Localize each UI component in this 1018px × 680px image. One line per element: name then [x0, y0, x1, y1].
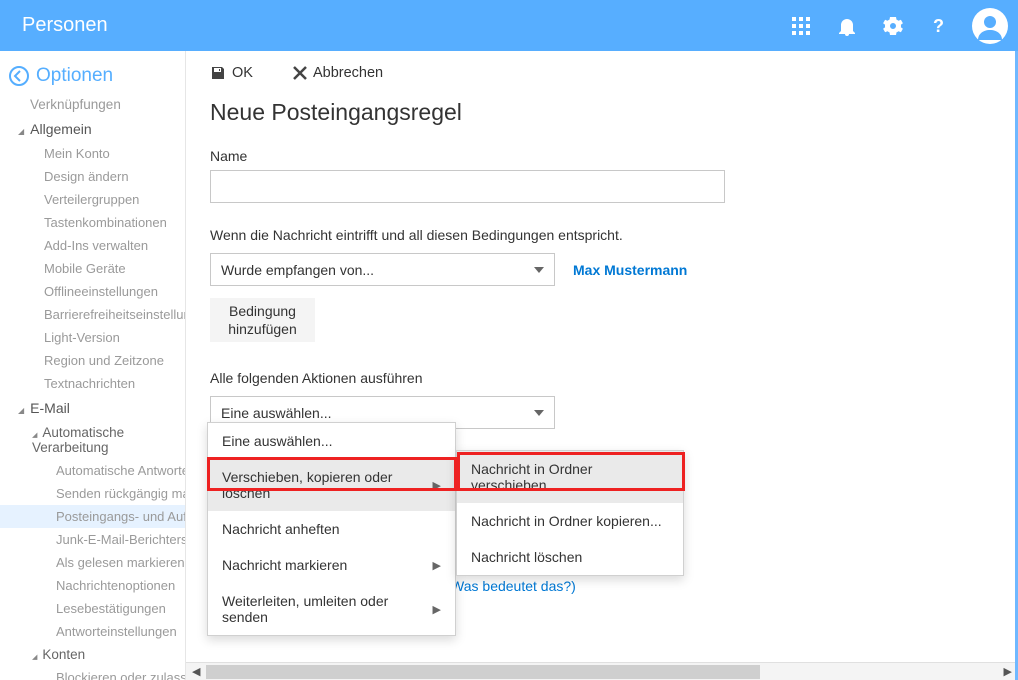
sidebar-item-offline[interactable]: Offlineeinstellungen [0, 280, 185, 303]
sidebar-item-accessibility[interactable]: Barrierefreiheitseinstellungen [0, 303, 185, 326]
menu-item-mark[interactable]: Nachricht markieren▶ [208, 547, 455, 583]
name-input[interactable] [210, 170, 725, 203]
avatar[interactable] [972, 8, 1008, 44]
cancel-label: Abbrechen [313, 65, 383, 81]
submenu-item-move-folder[interactable]: Nachricht in Ordner verschieben... [457, 451, 683, 503]
chevron-right-icon: ▶ [433, 603, 441, 616]
options-header[interactable]: Optionen [0, 59, 185, 93]
close-icon [293, 66, 307, 80]
conditions-label: Wenn die Nachricht eintrifft und all die… [210, 227, 994, 243]
action-menu: Eine auswählen... Verschieben, kopieren … [207, 422, 456, 636]
menu-item-select[interactable]: Eine auswählen... [208, 423, 455, 459]
sidebar-item-text[interactable]: Textnachrichten [0, 372, 185, 395]
action-submenu: Nachricht in Ordner verschieben... Nachr… [456, 450, 684, 576]
sidebar-item-addins[interactable]: Add-Ins verwalten [0, 234, 185, 257]
horizontal-scrollbar[interactable]: ◀ ▶ [186, 662, 1018, 680]
sidebar-section-email[interactable]: E-Mail [0, 395, 185, 421]
sidebar-item-light[interactable]: Light-Version [0, 326, 185, 349]
sidebar-item-region[interactable]: Region und Zeitzone [0, 349, 185, 372]
ok-button[interactable]: OK [210, 65, 253, 81]
sidebar-item-readrec[interactable]: Lesebestätigungen [0, 597, 185, 620]
bell-icon[interactable] [824, 0, 870, 51]
actions-label: Alle folgenden Aktionen ausführen [210, 370, 994, 386]
name-label: Name [210, 148, 994, 164]
scroll-thumb[interactable] [206, 665, 760, 679]
cancel-button[interactable]: Abbrechen [293, 65, 383, 81]
sidebar-item-junk[interactable]: Junk-E-Mail-Berichterstattung [0, 528, 185, 551]
action-dropdown-value: Eine auswählen... [221, 405, 332, 421]
add-condition-button[interactable]: Bedingung hinzufügen [210, 298, 315, 342]
actions-section: Alle folgenden Aktionen ausführen Eine a… [210, 370, 994, 429]
save-icon [210, 65, 226, 81]
sidebar-section-auto[interactable]: Automatische Verarbeitung [0, 421, 185, 459]
apps-icon[interactable] [778, 0, 824, 51]
sidebar-section-accounts[interactable]: Konten [0, 643, 185, 666]
submenu-item-delete[interactable]: Nachricht löschen [457, 539, 683, 575]
no-more-rules-hint[interactable]: (Was bedeutet das?) [446, 578, 575, 594]
chevron-right-icon: ▶ [433, 479, 441, 492]
condition-row: Wurde empfangen von... Max Mustermann [210, 253, 994, 286]
person-link[interactable]: Max Mustermann [573, 262, 687, 278]
toolbar: OK Abbrechen [210, 65, 994, 81]
options-header-label: Optionen [36, 65, 113, 87]
top-bar: Personen ? [0, 0, 1018, 51]
gear-icon[interactable] [870, 0, 916, 51]
sidebar-item-msgopts[interactable]: Nachrichtenoptionen [0, 574, 185, 597]
condition-dropdown-value: Wurde empfangen von... [221, 262, 374, 278]
sidebar-item-account[interactable]: Mein Konto [0, 142, 185, 165]
sidebar-item-theme[interactable]: Design ändern [0, 165, 185, 188]
chevron-right-icon: ▶ [433, 559, 441, 572]
sidebar-section-general[interactable]: Allgemein [0, 116, 185, 142]
sidebar-item-undosend[interactable]: Senden rückgängig machen [0, 482, 185, 505]
topbar-actions: ? [778, 0, 1018, 51]
sidebar-item-replyset[interactable]: Antworteinstellungen [0, 620, 185, 643]
submenu-item-copy-folder[interactable]: Nachricht in Ordner kopieren... [457, 503, 683, 539]
sidebar: Optionen Verknüpfungen Allgemein Mein Ko… [0, 51, 186, 680]
scroll-track[interactable] [206, 665, 997, 679]
ok-label: OK [232, 65, 253, 81]
sidebar-item-inboxrules[interactable]: Posteingangs- und Aufräumregeln [0, 505, 185, 528]
menu-item-move[interactable]: Verschieben, kopieren oder löschen▶ [208, 459, 455, 511]
sidebar-item-autoreply[interactable]: Automatische Antworten [0, 459, 185, 482]
sidebar-item-markread[interactable]: Als gelesen markieren [0, 551, 185, 574]
page-title: Neue Posteingangsregel [210, 99, 994, 126]
scroll-right-icon[interactable]: ▶ [1000, 665, 1016, 678]
menu-item-forward[interactable]: Weiterleiten, umleiten oder senden▶ [208, 583, 455, 635]
chevron-down-icon [534, 267, 544, 273]
menu-item-pin[interactable]: Nachricht anheften [208, 511, 455, 547]
svg-text:?: ? [933, 17, 944, 35]
scroll-left-icon[interactable]: ◀ [188, 665, 204, 678]
sidebar-item-groups[interactable]: Verteilergruppen [0, 188, 185, 211]
condition-dropdown[interactable]: Wurde empfangen von... [210, 253, 555, 286]
sidebar-item-keyboard[interactable]: Tastenkombinationen [0, 211, 185, 234]
sidebar-item-mobile[interactable]: Mobile Geräte [0, 257, 185, 280]
sidebar-item-shortcuts[interactable]: Verknüpfungen [0, 93, 185, 116]
help-icon[interactable]: ? [916, 0, 962, 51]
app-title: Personen [0, 14, 108, 37]
sidebar-item-block[interactable]: Blockieren oder zulassen [0, 666, 185, 680]
chevron-down-icon [534, 410, 544, 416]
